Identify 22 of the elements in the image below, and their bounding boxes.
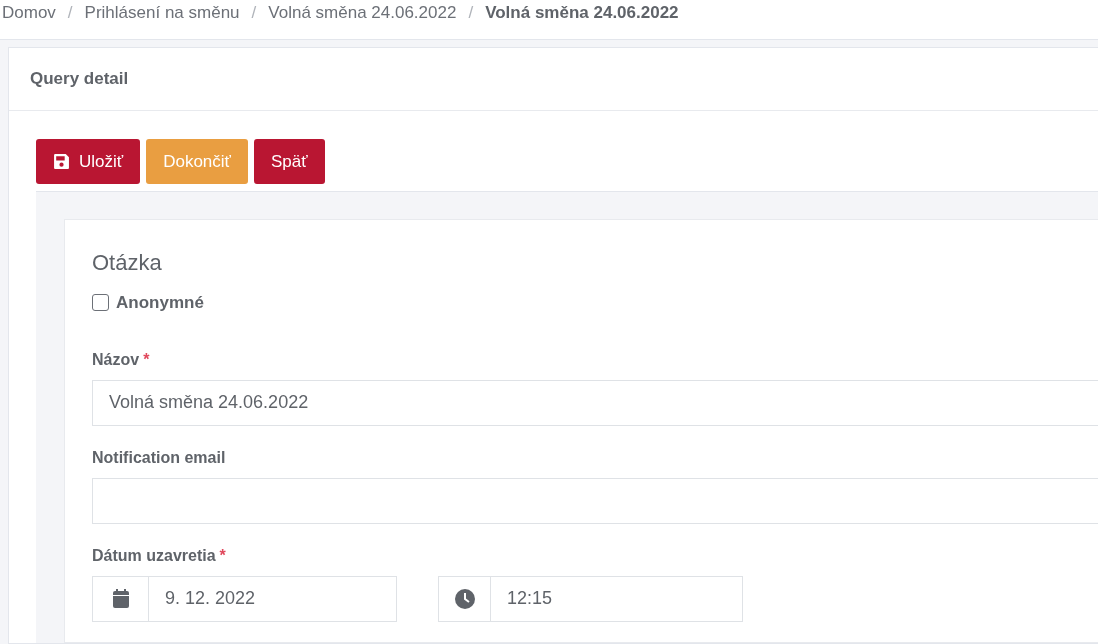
breadcrumb-separator: / (67, 2, 73, 24)
card-title: Query detail (30, 68, 129, 91)
section-title: Otázka (92, 252, 163, 274)
breadcrumb-item: Volná směna 24.06.2022 (485, 2, 679, 24)
field-label: Názov * (92, 349, 150, 370)
back-button[interactable]: Späť (253, 139, 325, 184)
checkbox-label: Anonymné (116, 292, 204, 314)
field-label: Notification email (92, 447, 226, 468)
field-label: Dátum uzavretia * (92, 545, 226, 566)
breadcrumb-item[interactable]: Domov (2, 2, 56, 24)
breadcrumb-separator: / (251, 2, 257, 24)
text-field[interactable]: Volná směna 24.06.2022 (92, 379, 1098, 426)
calendar-icon (111, 589, 130, 608)
time-field[interactable]: 12:15 (438, 575, 743, 622)
text-field[interactable] (92, 477, 1098, 524)
breadcrumb-item[interactable]: Prihlásení na směnu (84, 2, 240, 24)
breadcrumb-item[interactable]: Volná směna 24.06.2022 (268, 2, 457, 24)
save-button[interactable]: Uložiť (36, 139, 141, 184)
date-field[interactable]: 9. 12. 2022 (92, 575, 397, 622)
checkbox[interactable] (92, 294, 109, 312)
breadcrumb-separator: / (468, 2, 474, 24)
clock-icon (454, 588, 475, 609)
